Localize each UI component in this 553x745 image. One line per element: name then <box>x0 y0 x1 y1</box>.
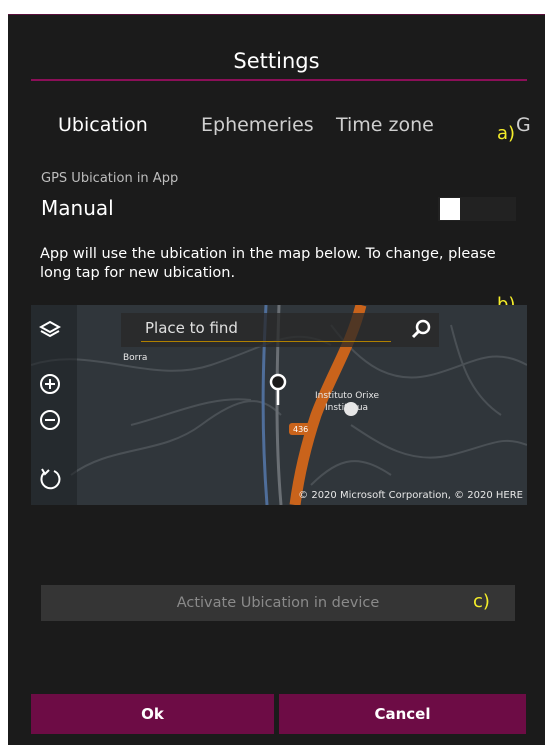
road-badge: 436 <box>293 425 309 434</box>
dialog-title: Settings <box>233 49 320 73</box>
map-place-label-1: Instituto Orixe <box>315 391 380 401</box>
gps-toggle[interactable] <box>438 197 516 221</box>
map-search-input[interactable]: Place to find <box>145 319 238 337</box>
map-place-label-2: Institutua <box>325 403 369 413</box>
map-place-left: Borra <box>123 353 148 363</box>
settings-dialog: Settings Ubication Ephemeries Time zone … <box>8 14 545 745</box>
search-underline <box>141 341 391 342</box>
gps-section-label: GPS Ubication in App <box>41 171 179 186</box>
annotation-c: c) <box>473 591 490 612</box>
activate-ubication-button[interactable]: Activate Ubication in device <box>41 585 515 621</box>
ok-button[interactable]: Ok <box>31 694 274 734</box>
tab-more-clipped[interactable]: G <box>516 111 530 141</box>
cancel-button[interactable]: Cancel <box>279 694 526 734</box>
tab-time-zone[interactable]: Time zone <box>336 114 434 136</box>
gps-mode-value: Manual <box>41 196 114 220</box>
map-copyright: © 2020 Microsoft Corporation, © 2020 HER… <box>298 490 523 501</box>
tab-ubication[interactable]: Ubication <box>58 114 148 136</box>
map-view[interactable]: Borra Instituto Orixe Institutua 436 Pla… <box>31 305 527 505</box>
map-search-box[interactable]: Place to find <box>121 313 439 347</box>
tab-ephemeries[interactable]: Ephemeries <box>201 114 314 136</box>
toggle-knob <box>440 198 460 220</box>
title-divider <box>31 79 527 81</box>
annotation-a: a) <box>497 123 516 144</box>
tab-partial-label: G <box>516 114 530 136</box>
gps-description: App will use the ubication in the map be… <box>40 246 496 281</box>
